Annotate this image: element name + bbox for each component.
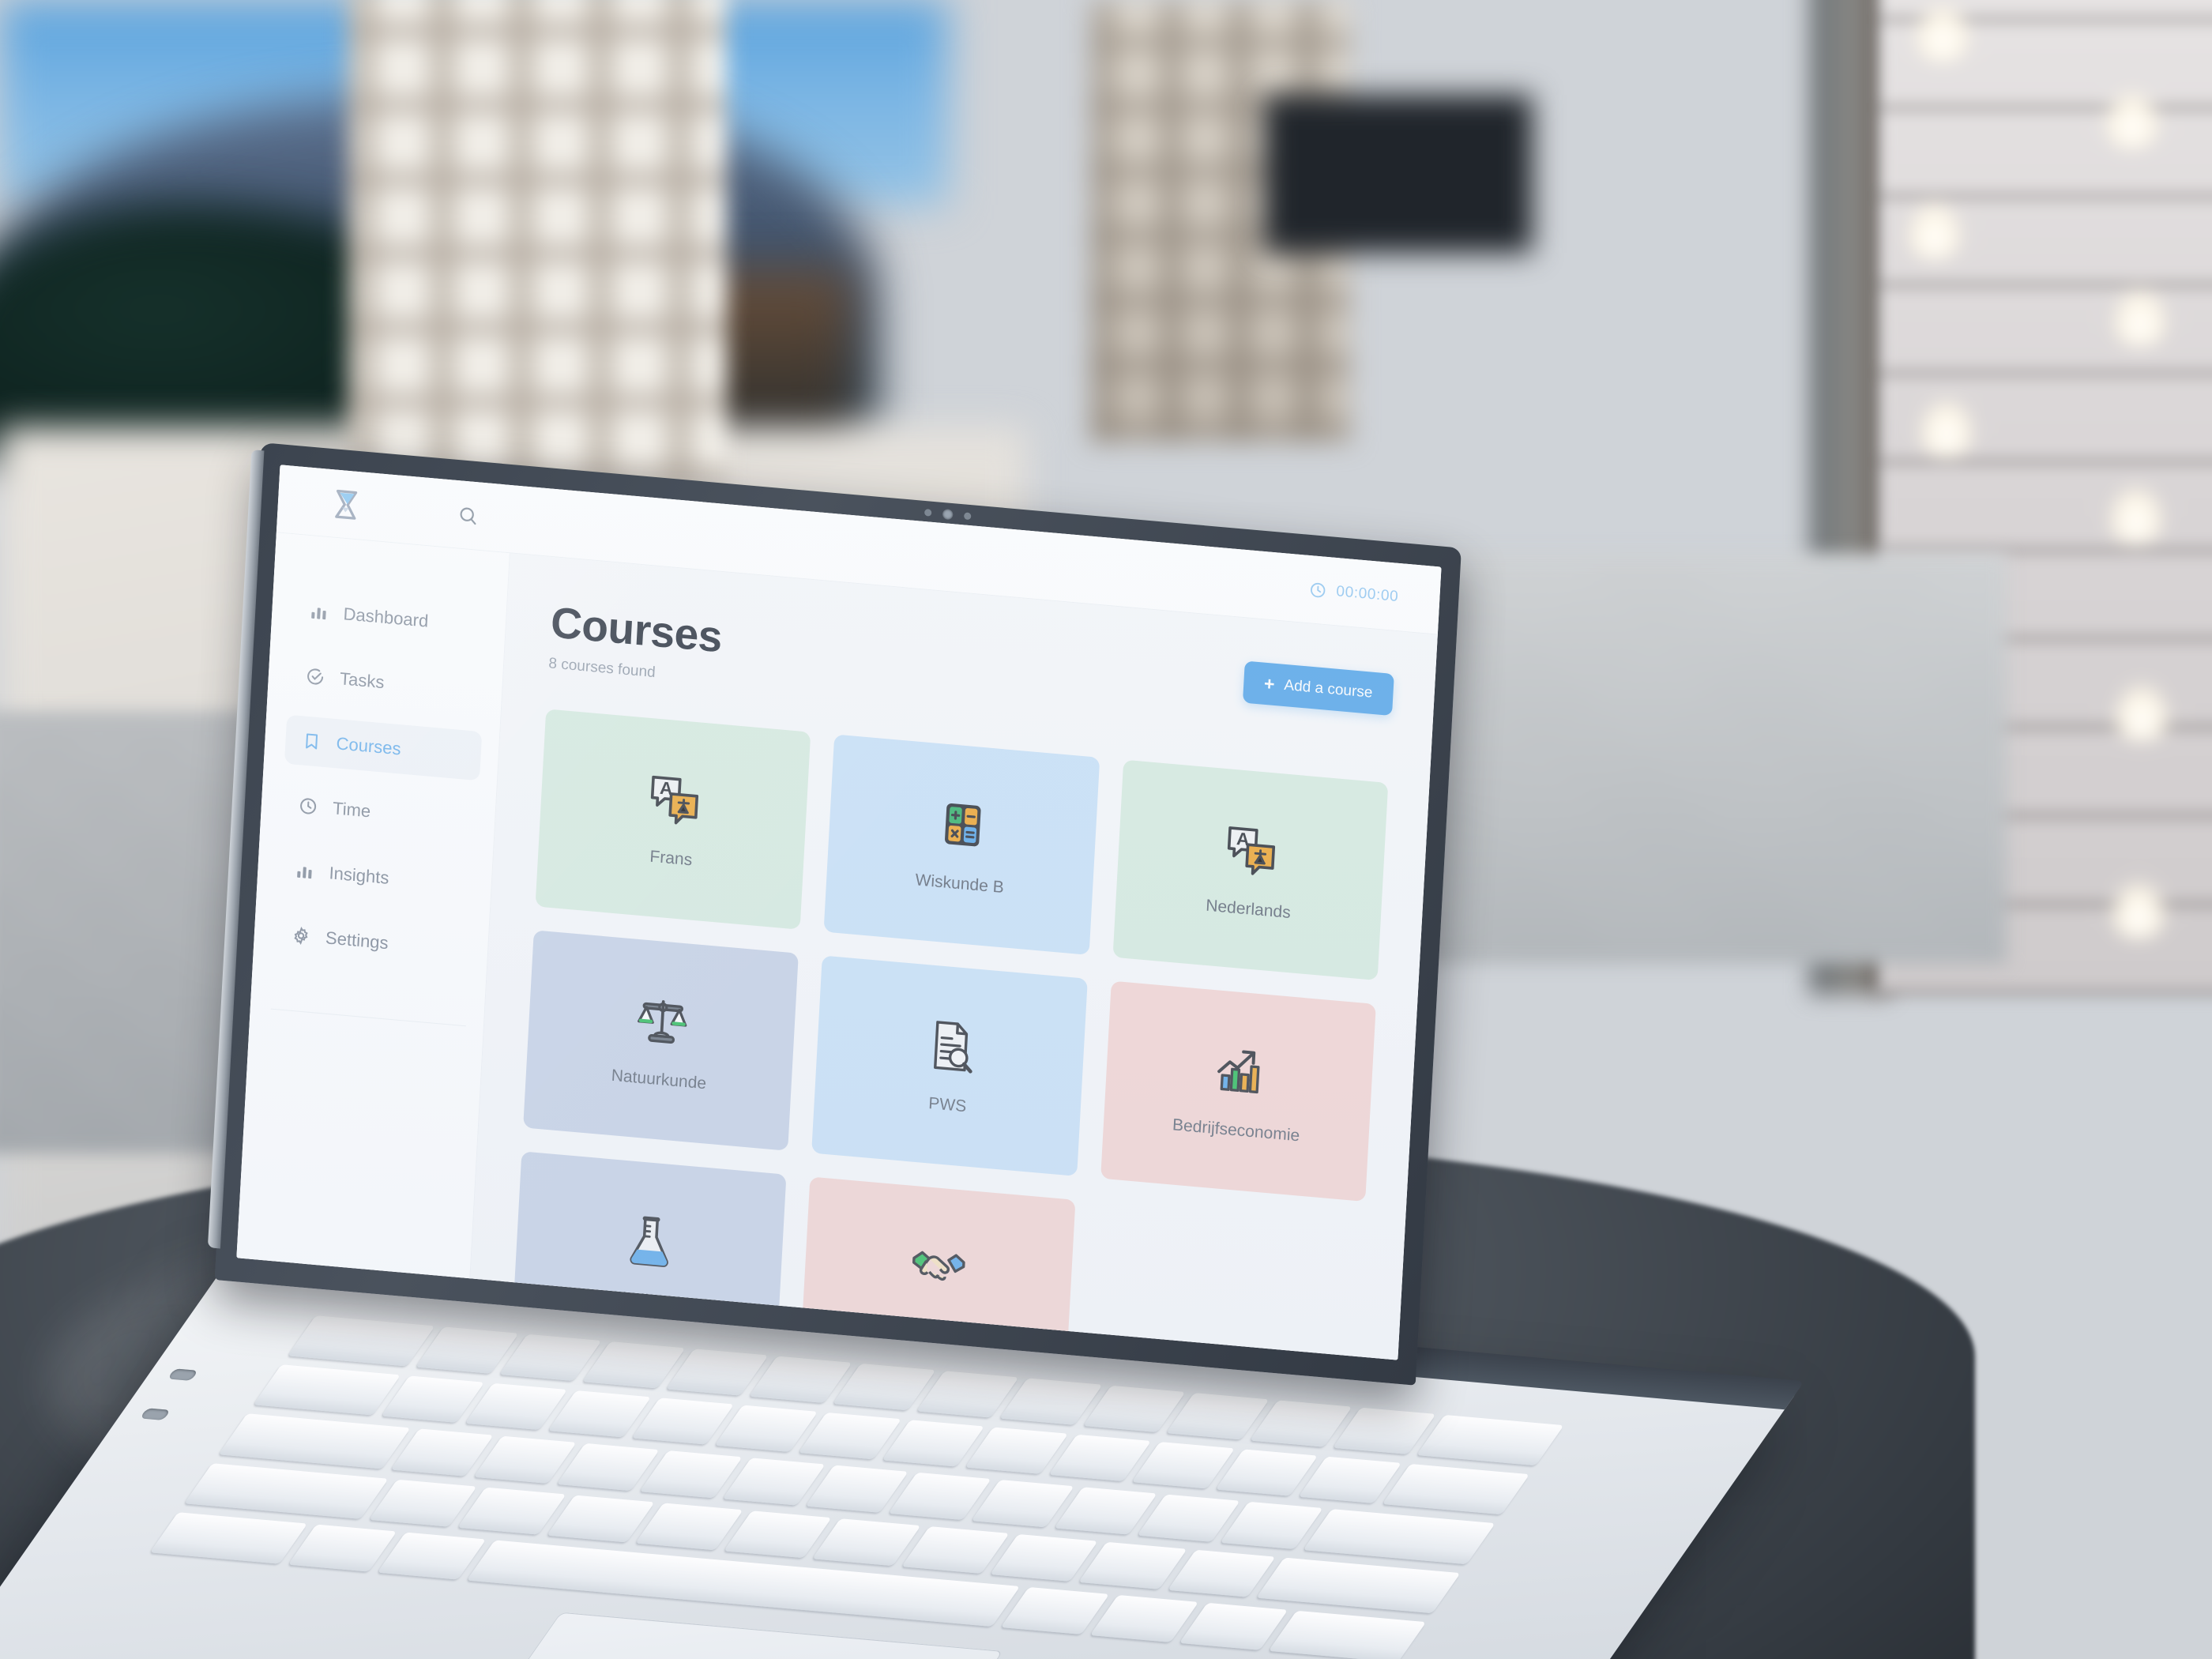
sidebar-item-label: Time (332, 798, 371, 822)
translate-icon: A (643, 768, 705, 832)
course-name: Economie (897, 1313, 973, 1339)
main-content: Courses 8 courses found + Add a course A… (470, 553, 1438, 1360)
balance-scale-icon (631, 989, 693, 1053)
course-card[interactable]: Bedrijfseconomie (1100, 980, 1376, 1202)
sidebar-item-label: Courses (335, 733, 402, 759)
clock-icon (1309, 581, 1327, 600)
sidebar-item-insights[interactable]: Insights (277, 845, 475, 911)
course-name: Scheikunde (603, 1287, 691, 1314)
check-circle-icon (304, 665, 325, 687)
course-name: Bedrijfseconomie (1172, 1115, 1300, 1146)
sidebar-item-settings[interactable]: Settings (273, 909, 471, 976)
calculator-icon (932, 793, 994, 857)
translate-icon: A (1221, 818, 1282, 882)
page-title: Courses (549, 597, 724, 662)
bar-chart-up-icon (1209, 1040, 1270, 1104)
course-name: Frans (649, 847, 693, 870)
course-card[interactable]: Wiskunde B (823, 734, 1100, 955)
results-count: 8 courses found (547, 655, 656, 681)
hourglass-logo-icon[interactable] (326, 484, 365, 524)
bar-chart-icon (308, 600, 329, 623)
bar-chart-icon (294, 860, 315, 882)
plus-icon: + (1263, 672, 1276, 694)
timer-value: 00:00:00 (1335, 582, 1399, 605)
sidebar: Dashboard Tasks Courses Time Insights Se… (236, 532, 510, 1279)
sidebar-item-tasks[interactable]: Tasks (288, 650, 485, 717)
course-card[interactable]: Natuurkunde (523, 930, 799, 1151)
scene: 00:00:00 Dashboard Tasks Courses Time In… (0, 0, 2212, 1659)
app-body: Dashboard Tasks Courses Time Insights Se… (236, 532, 1438, 1360)
laptop-device: 00:00:00 Dashboard Tasks Courses Time In… (0, 0, 2212, 1659)
app-window: 00:00:00 Dashboard Tasks Courses Time In… (236, 465, 1442, 1360)
sidebar-item-label: Insights (328, 863, 390, 888)
course-name: Nederlands (1205, 896, 1292, 922)
course-card[interactable]: PWS (811, 955, 1088, 1176)
screen: 00:00:00 Dashboard Tasks Courses Time In… (236, 465, 1442, 1360)
headphone-port (167, 1368, 198, 1381)
sidebar-divider (270, 1008, 466, 1027)
usb-c-port (139, 1408, 171, 1420)
flask-icon (619, 1210, 681, 1274)
add-course-button[interactable]: + Add a course (1242, 660, 1394, 717)
course-name: Natuurkunde (611, 1066, 707, 1093)
sidebar-item-dashboard[interactable]: Dashboard (292, 585, 489, 652)
sidebar-item-label: Settings (325, 927, 389, 954)
document-search-icon (920, 1014, 981, 1078)
course-name: Wiskunde B (915, 870, 1005, 897)
sidebar-item-time[interactable]: Time (280, 780, 478, 846)
laptop-lid: 00:00:00 Dashboard Tasks Courses Time In… (207, 442, 1462, 1386)
course-card[interactable]: A (1112, 759, 1389, 980)
handshake-icon (908, 1236, 969, 1300)
course-card[interactable]: Economie (799, 1176, 1076, 1360)
session-timer[interactable]: 00:00:00 (1309, 581, 1399, 606)
course-name: PWS (927, 1093, 967, 1116)
sidebar-item-courses[interactable]: Courses (284, 714, 483, 781)
empty-grid-slot (1088, 1202, 1364, 1360)
courses-grid: A Frans Wiskunde B A Nederlands Natuurku… (510, 709, 1389, 1360)
clock-icon (297, 795, 318, 817)
search-icon[interactable] (451, 498, 484, 532)
sidebar-item-label: Tasks (339, 668, 386, 693)
bookmark-icon (301, 730, 322, 752)
add-course-label: Add a course (1283, 676, 1374, 702)
course-card[interactable]: A (535, 709, 811, 930)
sidebar-item-label: Dashboard (342, 604, 429, 631)
gear-icon (290, 924, 311, 946)
